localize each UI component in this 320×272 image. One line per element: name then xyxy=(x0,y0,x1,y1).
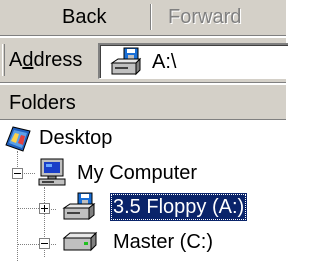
back-button[interactable]: Back xyxy=(54,4,114,30)
tree-item-master-c[interactable]: Master (C:) xyxy=(0,227,286,259)
tree-item-label: Master (C:) xyxy=(113,231,213,253)
collapse-toggle[interactable] xyxy=(39,238,50,249)
toolbar-separator xyxy=(150,4,152,30)
toolbar: Back Forward xyxy=(0,0,286,36)
my-computer-icon xyxy=(38,158,66,186)
tree-item-desktop[interactable]: Desktop xyxy=(0,123,286,155)
folders-pane-header: Folders xyxy=(0,84,286,120)
tree-item-label: 3.5 Floppy (A:) xyxy=(110,193,248,221)
forward-button[interactable]: Forward xyxy=(160,4,249,30)
address-bar-grip[interactable] xyxy=(2,44,5,76)
folder-tree: Desktop My Computer 3.5 Floppy (A:) Mast… xyxy=(0,121,286,272)
hard-drive-icon xyxy=(62,231,98,252)
floppy-drive-icon xyxy=(62,192,96,221)
floppy-drive-icon xyxy=(110,47,142,76)
address-bar: Address A:\ xyxy=(0,37,288,83)
address-field[interactable]: A:\ xyxy=(98,43,288,79)
expand-toggle[interactable] xyxy=(39,203,50,214)
explorer-window: Back Forward Address A:\ Folders Desktop… xyxy=(0,0,288,272)
tree-item-label: My Computer xyxy=(77,162,198,184)
address-label: Address xyxy=(9,49,83,71)
address-value[interactable]: A:\ xyxy=(152,49,176,75)
tree-item-label: Desktop xyxy=(39,127,113,149)
tree-item-floppy-a[interactable]: 3.5 Floppy (A:) xyxy=(0,192,286,224)
desktop-icon xyxy=(5,126,31,152)
collapse-toggle[interactable] xyxy=(12,168,23,179)
folders-title: Folders xyxy=(9,92,76,114)
tree-item-my-computer[interactable]: My Computer xyxy=(0,158,286,190)
